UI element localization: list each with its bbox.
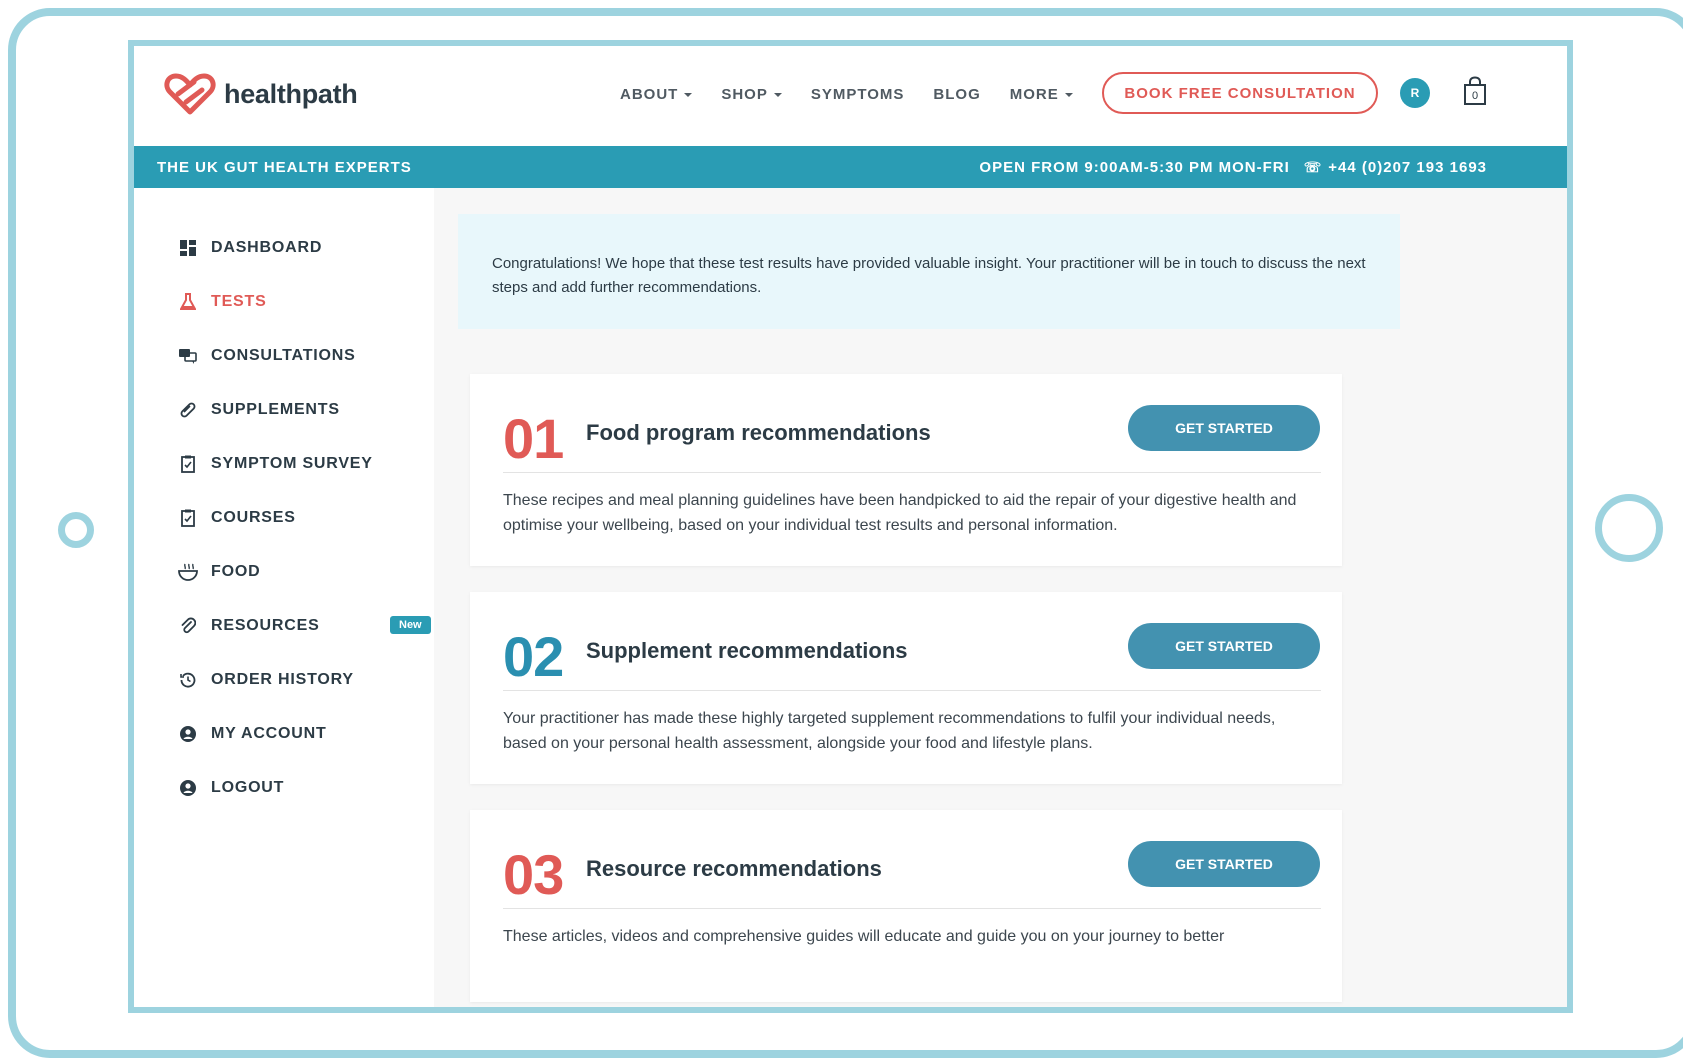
sidebar-item-label: FOOD [211, 563, 261, 580]
contact-info: OPEN FROM 9:00AM-5:30 PM MON-FRI ☏ +44 (… [979, 159, 1487, 176]
sidebar-item-consultations[interactable]: CONSULTATIONS [178, 346, 356, 366]
flask-icon [178, 292, 198, 312]
sidebar-item-label: COURSES [211, 509, 296, 526]
congratulations-alert: Congratulations! We hope that these test… [458, 214, 1400, 329]
tablet-home-button [1595, 494, 1663, 562]
card-number: 03 [503, 843, 564, 906]
card-description: These articles, videos and comprehensive… [503, 928, 1225, 945]
recommendation-card-supplement: 02 Supplement recommendations GET STARTE… [470, 592, 1342, 784]
shopping-bag-icon[interactable]: 0 [1462, 76, 1488, 106]
dashboard-icon [178, 238, 198, 258]
nav-more[interactable]: MORE [1010, 86, 1073, 103]
opening-hours: OPEN FROM 9:00AM-5:30 PM MON-FRI [979, 159, 1290, 176]
pill-icon [178, 400, 198, 420]
sidebar-item-logout[interactable]: LOGOUT [178, 778, 284, 798]
card-number: 01 [503, 407, 564, 470]
sidebar-item-label: RESOURCES [211, 617, 320, 634]
recommendation-card-resource: 03 Resource recommendations GET STARTED … [470, 810, 1342, 1002]
sidebar-item-label: DASHBOARD [211, 239, 323, 256]
get-started-button[interactable]: GET STARTED [1128, 841, 1320, 887]
clipboard-icon [178, 508, 198, 528]
card-description: These recipes and meal planning guidelin… [503, 492, 1297, 534]
bowl-icon [178, 562, 198, 582]
nav-about[interactable]: ABOUT [620, 86, 693, 103]
sidebar-item-food[interactable]: FOOD [178, 562, 260, 582]
book-consultation-button[interactable]: BOOK FREE CONSULTATION [1102, 72, 1378, 114]
nav-symptoms-label: SYMPTOMS [810, 86, 905, 103]
sidebar-item-label: SUPPLEMENTS [211, 401, 340, 418]
chat-icon [178, 346, 198, 366]
divider [503, 908, 1321, 909]
info-bar: THE UK GUT HEALTH EXPERTS OPEN FROM 9:00… [134, 146, 1567, 188]
sidebar-item-my-account[interactable]: MY ACCOUNT [178, 724, 327, 744]
card-title: Supplement recommendations [586, 638, 908, 663]
sidebar-item-order-history[interactable]: ORDER HISTORY [178, 670, 354, 690]
get-started-button[interactable]: GET STARTED [1128, 405, 1320, 451]
sidebar-item-courses[interactable]: COURSES [178, 508, 296, 528]
nav-blog-label: BLOG [933, 86, 981, 103]
sidebar-item-symptom-survey[interactable]: SYMPTOM SURVEY [178, 454, 373, 474]
card-number: 02 [503, 625, 564, 688]
tablet-camera-left [58, 512, 94, 548]
card-title: Resource recommendations [586, 856, 882, 881]
avatar[interactable]: R [1400, 78, 1430, 108]
site-header: healthpath ABOUT SHOP SYMPTOMS BLOG MORE… [134, 46, 1567, 146]
nav-symptoms[interactable]: SYMPTOMS [811, 86, 905, 103]
card-description: Your practitioner has made these highly … [503, 710, 1276, 752]
user-icon [178, 778, 198, 798]
sidebar-item-label: TESTS [211, 293, 267, 310]
card-title: Food program recommendations [586, 420, 931, 445]
main-nav: ABOUT SHOP SYMPTOMS BLOG MORE [620, 86, 1102, 103]
tagline: THE UK GUT HEALTH EXPERTS [157, 159, 412, 176]
get-started-button[interactable]: GET STARTED [1128, 623, 1320, 669]
clipboard-icon [178, 454, 198, 474]
account-sidebar: DASHBOARD TESTS CONSULTATIONS SUPPLEMENT… [134, 188, 434, 1007]
paperclip-icon [178, 616, 198, 636]
nav-shop-label: SHOP [721, 86, 768, 103]
sidebar-item-label: LOGOUT [211, 779, 285, 796]
new-badge: New [390, 616, 431, 634]
brand-logo[interactable]: healthpath [164, 72, 358, 116]
divider [503, 690, 1321, 691]
main-content: Congratulations! We hope that these test… [434, 188, 1567, 1007]
phone-number[interactable]: +44 (0)207 193 1693 [1328, 159, 1487, 176]
sidebar-item-label: MY ACCOUNT [211, 725, 327, 742]
sidebar-item-resources[interactable]: RESOURCES New [178, 616, 431, 636]
sidebar-item-label: SYMPTOM SURVEY [211, 455, 373, 472]
chevron-down-icon [684, 92, 693, 97]
brand-name: healthpath [224, 78, 358, 109]
nav-blog[interactable]: BLOG [933, 86, 980, 103]
browser-screen: healthpath ABOUT SHOP SYMPTOMS BLOG MORE… [128, 40, 1573, 1013]
sidebar-item-label: ORDER HISTORY [211, 671, 354, 688]
divider [503, 472, 1321, 473]
recommendation-card-food: 01 Food program recommendations GET STAR… [470, 374, 1342, 566]
sidebar-item-dashboard[interactable]: DASHBOARD [178, 238, 322, 258]
cart-count: 0 [1472, 90, 1478, 102]
sidebar-item-label: CONSULTATIONS [211, 347, 356, 364]
chevron-down-icon [773, 92, 782, 97]
chevron-down-icon [1064, 92, 1073, 97]
sidebar-item-tests[interactable]: TESTS [178, 292, 267, 312]
history-icon [178, 670, 198, 690]
nav-about-label: ABOUT [620, 86, 679, 103]
sidebar-item-supplements[interactable]: SUPPLEMENTS [178, 400, 340, 420]
user-icon [178, 724, 198, 744]
heart-logo-icon [164, 73, 216, 115]
phone-icon: ☏ [1303, 159, 1323, 175]
nav-shop[interactable]: SHOP [721, 86, 782, 103]
nav-more-label: MORE [1009, 86, 1059, 103]
